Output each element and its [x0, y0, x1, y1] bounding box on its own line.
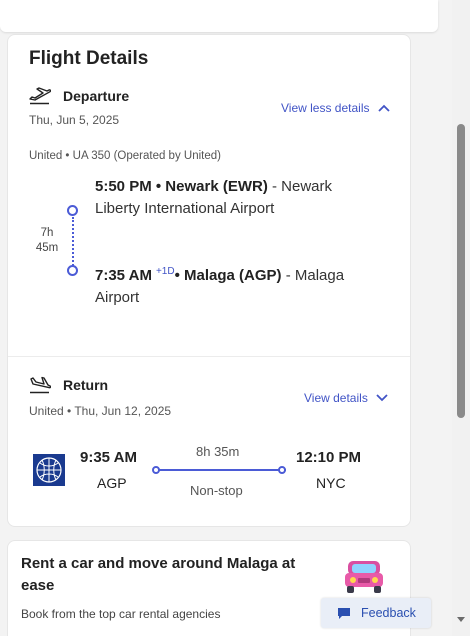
return-depart-code: AGP	[97, 475, 127, 491]
origin-airport: • Newark (EWR)	[155, 178, 268, 195]
return-arrive-code: NYC	[316, 475, 346, 491]
origin-segment: 5:50 PM • Newark (EWR) - Newark Liberty …	[95, 176, 365, 220]
day-offset: +1D	[155, 266, 175, 277]
departure-date: Thu, Jun 5, 2025	[29, 113, 120, 127]
timeline-destination-dot	[67, 265, 78, 276]
scroll-down-arrow-icon[interactable]	[457, 617, 465, 622]
return-destination-dot	[278, 466, 286, 474]
departure-label: Departure	[63, 88, 130, 104]
return-origin-dot	[152, 466, 160, 474]
view-less-details-link[interactable]: View less details	[281, 101, 390, 115]
operator-line: United • UA 350 (Operated by United)	[29, 150, 221, 162]
duration-minutes: 45m	[35, 242, 59, 254]
return-depart-time: 9:35 AM	[80, 449, 137, 466]
destination-time: 7:35 AM	[95, 267, 152, 284]
flight-details-title: Flight Details	[29, 48, 149, 69]
return-date: United • Thu, Jun 12, 2025	[29, 404, 172, 418]
timeline-origin-dot	[67, 205, 78, 216]
duration-hours: 7h	[40, 227, 54, 239]
feedback-button[interactable]: Feedback	[321, 598, 431, 628]
chevron-up-icon	[377, 104, 390, 112]
promo-title: Rent a car and move around Malaga at eas…	[21, 555, 296, 594]
chat-icon	[338, 607, 350, 619]
view-details-label: View details	[304, 391, 368, 405]
origin-time: 5:50 PM	[95, 178, 152, 195]
car-icon	[345, 561, 383, 593]
plane-arrival-icon	[30, 376, 51, 394]
return-duration: 8h 35m	[196, 444, 240, 459]
divider	[8, 356, 410, 357]
chevron-down-icon	[376, 394, 388, 402]
view-details-link[interactable]: View details	[304, 391, 388, 405]
return-stops: Non-stop	[190, 483, 243, 498]
return-label: Return	[63, 377, 109, 393]
destination-airport: • Malaga (AGP)	[174, 267, 282, 284]
destination-segment: 7:35 AM +1D• Malaga (AGP) - Malaga Airpor…	[95, 261, 365, 309]
scrollbar-thumb[interactable]	[457, 124, 465, 418]
return-arrive-time: 12:10 PM	[296, 449, 362, 466]
departure-header: Departure	[29, 87, 129, 105]
return-header: Return	[29, 376, 108, 394]
vertical-scrollbar[interactable]	[452, 0, 470, 636]
flight-details-card: Flight Details Departure Thu, Jun 5, 202…	[7, 34, 411, 527]
return-route-line	[158, 469, 286, 471]
view-less-details-label: View less details	[281, 101, 370, 115]
feedback-label: Feedback	[361, 606, 416, 620]
promo-subtitle: Book from the top car rental agencies	[21, 607, 221, 621]
timeline-line	[72, 217, 74, 266]
united-logo-icon	[33, 454, 65, 486]
departure-duration: 7h 45m	[35, 226, 59, 256]
top-strip	[0, 0, 438, 32]
plane-departure-icon	[29, 87, 51, 105]
page: Flight Details Departure Thu, Jun 5, 202…	[0, 0, 470, 636]
